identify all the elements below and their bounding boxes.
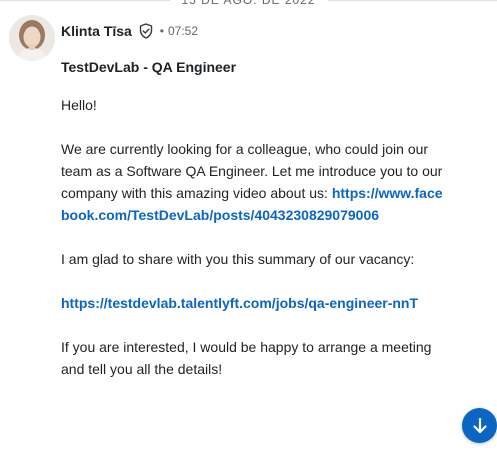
message-greeting: Hello! bbox=[61, 97, 97, 113]
date-label: 15 DE AGO. DE 2022 bbox=[169, 0, 328, 8]
separator-dot: • bbox=[159, 24, 164, 38]
message-job-paragraph: https://testdevlab.talentlyft.com/jobs/q… bbox=[61, 292, 451, 314]
message-intro-paragraph: We are currently looking for a colleague… bbox=[61, 138, 451, 226]
arrow-down-icon bbox=[472, 417, 487, 433]
sender-name[interactable]: Klinta Tīsa bbox=[61, 23, 132, 39]
shield-check-icon bbox=[138, 23, 154, 39]
message-closing: If you are interested, I would be happy … bbox=[61, 339, 432, 377]
job-link[interactable]: https://testdevlab.talentlyft.com/jobs/q… bbox=[61, 295, 418, 311]
scroll-to-bottom-button[interactable] bbox=[462, 408, 497, 443]
avatar[interactable] bbox=[9, 15, 55, 61]
avatar-photo bbox=[9, 15, 55, 61]
message-meta: Klinta Tīsa • 07:52 bbox=[61, 21, 198, 41]
date-divider: 15 DE AGO. DE 2022 bbox=[0, 0, 497, 8]
message-summary: I am glad to share with you this summary… bbox=[61, 251, 415, 267]
message-subject: TestDevLab - QA Engineer bbox=[61, 59, 237, 75]
message-body: TestDevLab - QA Engineer Hello! We are c… bbox=[61, 56, 451, 402]
message-time: 07:52 bbox=[168, 24, 199, 38]
